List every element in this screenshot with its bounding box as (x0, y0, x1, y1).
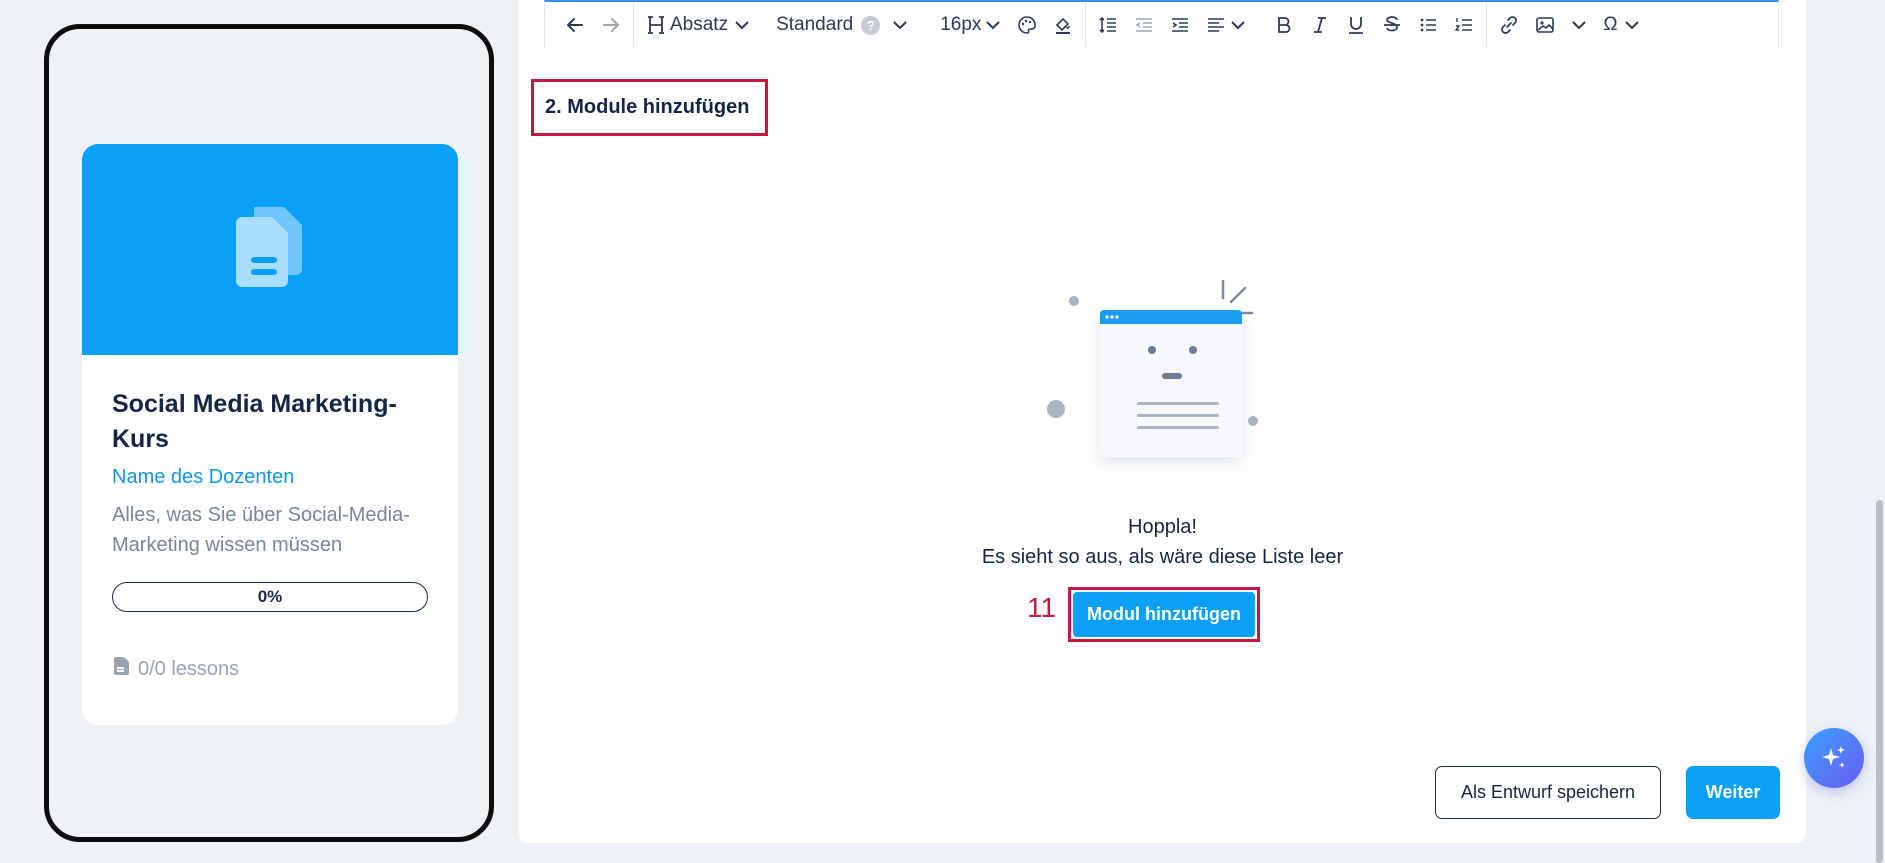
chevron-down-icon (893, 21, 907, 30)
highlight-button[interactable] (1045, 7, 1081, 43)
bullet-list-icon (1421, 18, 1437, 32)
instructor-name: Name des Dozenten (112, 466, 295, 488)
arrow-right-icon (603, 18, 619, 32)
image-icon (1536, 17, 1555, 33)
empty-state-title: Hoppla! (1128, 516, 1197, 538)
outdent-icon (1135, 18, 1153, 32)
heading-icon (648, 16, 664, 34)
next-button[interactable]: Weiter (1686, 766, 1780, 819)
italic-button[interactable] (1302, 7, 1338, 43)
heading-dropdown[interactable]: Absatz (638, 7, 758, 43)
chevron-down-icon (1231, 21, 1246, 30)
fill-bucket-icon (1056, 17, 1071, 34)
chevron-down-icon (986, 21, 1001, 30)
editor-panel: Absatz Standard ? 16px Ω 2. Module hinzu… (519, 0, 1806, 843)
special-char-dropdown[interactable]: Ω (1595, 7, 1647, 43)
course-description: Alles, was Sie über Social-Media-Marketi… (112, 504, 410, 556)
progress-label: 0% (257, 587, 283, 606)
underline-icon (1349, 17, 1364, 34)
ai-assistant-button[interactable] (1804, 728, 1864, 788)
page-scrollbar[interactable] (1876, 500, 1883, 863)
phone-preview: Social Media Marketing-Kurs Name des Doz… (44, 24, 494, 842)
strikethrough-button[interactable] (1374, 7, 1410, 43)
add-module-button[interactable]: Modul hinzufügen (1073, 592, 1255, 637)
outdent-button[interactable] (1126, 7, 1162, 43)
progress-bar: 0% (112, 582, 428, 612)
toolbar-divider (633, 3, 634, 47)
bold-button[interactable] (1266, 7, 1302, 43)
image-button[interactable] (1527, 7, 1563, 43)
chevron-down-icon (1624, 21, 1639, 30)
lesson-doc-icon (112, 656, 130, 682)
empty-list-illustration (1039, 272, 1279, 497)
bullet-list-button[interactable] (1410, 7, 1446, 43)
line-height-icon (1099, 16, 1117, 34)
indent-button[interactable] (1162, 7, 1198, 43)
save-draft-button[interactable]: Als Entwurf speichern (1435, 766, 1661, 819)
undo-button[interactable] (557, 7, 593, 43)
chevron-down-icon (735, 21, 749, 30)
palette-icon (1018, 16, 1037, 34)
highlight-frame: Modul hinzufügen (1068, 587, 1260, 642)
indent-icon (1172, 18, 1189, 32)
link-icon (1501, 16, 1518, 34)
toolbar-divider (1085, 3, 1087, 47)
font-dropdown[interactable]: Standard ? (768, 7, 916, 43)
numbered-list-button[interactable] (1446, 7, 1482, 43)
arrow-left-icon (567, 18, 583, 32)
underline-button[interactable] (1338, 7, 1374, 43)
numbered-list-icon (1455, 18, 1473, 31)
font-dropdown-label: Standard (776, 14, 854, 35)
course-title: Social Media Marketing-Kurs (112, 390, 397, 453)
rich-text-toolbar: Absatz Standard ? 16px Ω (544, 0, 1779, 48)
lessons-count: 0/0 lessons (112, 656, 428, 682)
align-left-icon (1208, 18, 1225, 32)
line-height-button[interactable] (1090, 7, 1126, 43)
lessons-label: 0/0 lessons (138, 657, 240, 680)
link-button[interactable] (1491, 7, 1527, 43)
strikethrough-icon (1384, 16, 1401, 32)
bold-icon (1278, 17, 1291, 33)
toolbar-divider (1486, 3, 1488, 47)
redo-button[interactable] (593, 7, 629, 43)
empty-state-subtitle: Es sieht so aus, als wäre diese Liste le… (981, 546, 1344, 568)
insert-more-dropdown[interactable] (1563, 7, 1595, 43)
font-size-dropdown[interactable]: 16px (932, 7, 1009, 43)
course-card: Social Media Marketing-Kurs Name des Doz… (82, 144, 458, 725)
align-dropdown[interactable] (1198, 7, 1254, 43)
course-card-hero (82, 144, 458, 355)
sparkles-icon (1822, 746, 1845, 768)
chevron-down-icon (1572, 21, 1587, 30)
italic-icon (1314, 17, 1327, 33)
documents-icon (232, 203, 308, 296)
omega-icon: Ω (1603, 14, 1618, 35)
step-number-annotation: 11 (1027, 592, 1057, 623)
font-size-label: 16px (940, 14, 982, 35)
help-icon[interactable]: ? (861, 15, 881, 35)
section-heading: 2. Module hinzufügen (531, 79, 768, 136)
section-heading-text: 2. Module hinzufügen (545, 96, 750, 118)
text-color-button[interactable] (1009, 7, 1045, 43)
heading-dropdown-label: Absatz (670, 14, 729, 35)
